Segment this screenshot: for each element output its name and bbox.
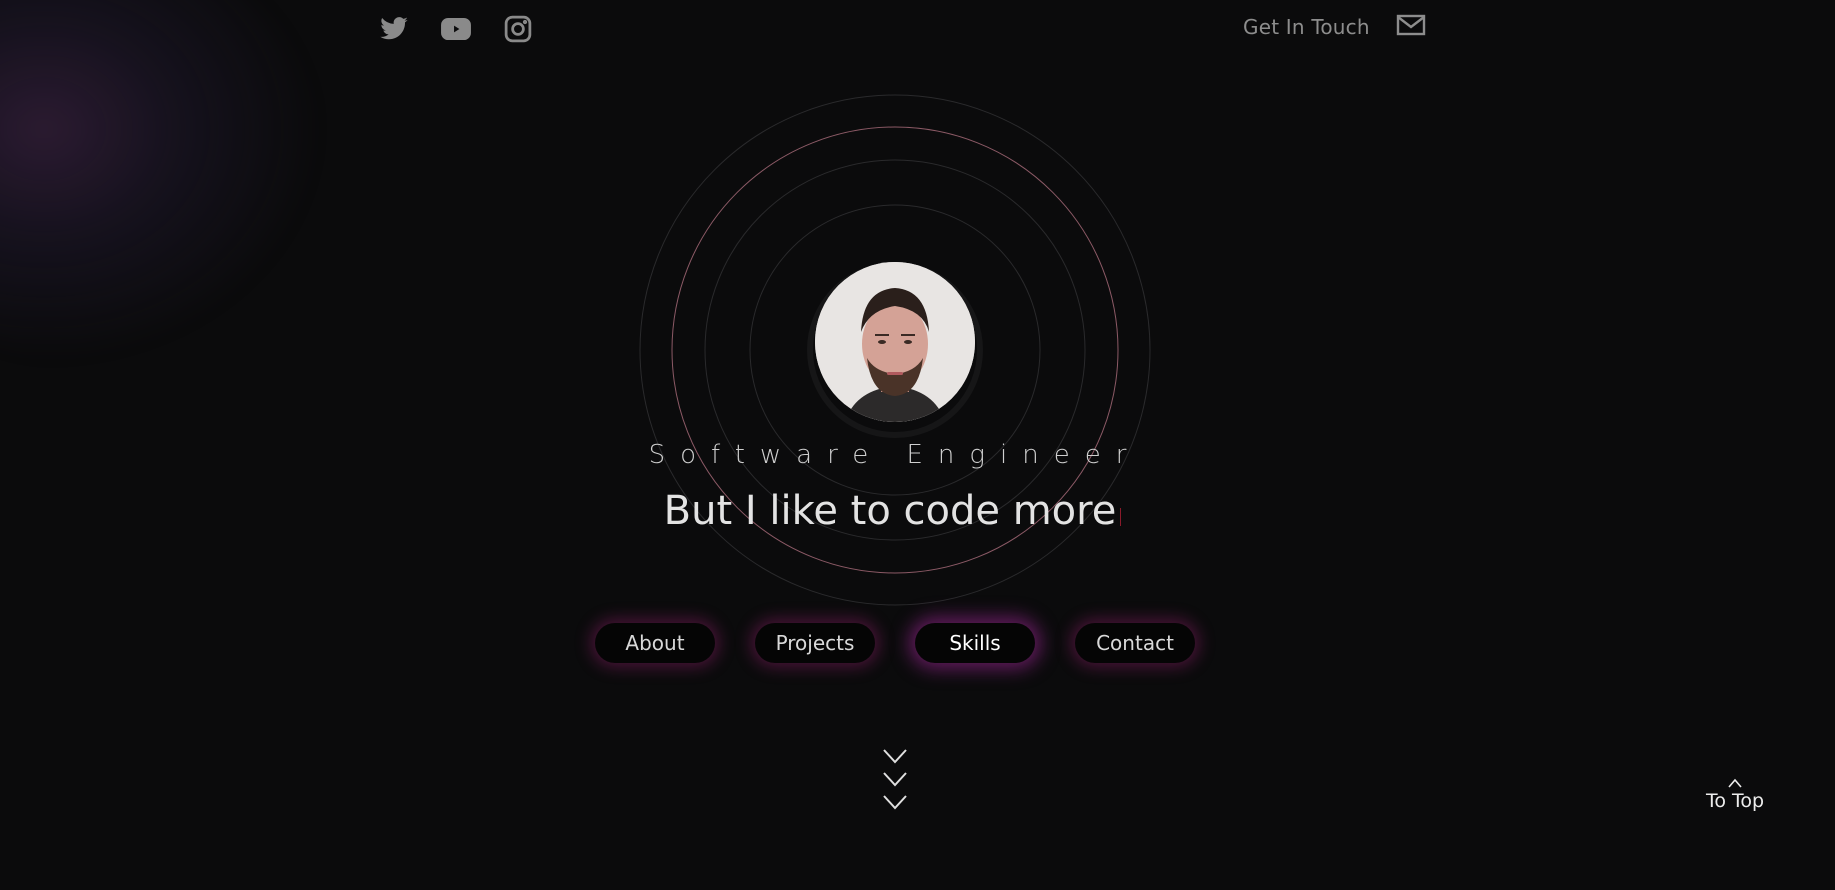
job-title: Software Engineer <box>648 440 1142 470</box>
nav-skills-button[interactable]: Skills <box>915 623 1035 663</box>
to-top-label: To Top <box>1705 790 1765 812</box>
get-in-touch-link[interactable]: Get In Touch <box>1243 14 1426 40</box>
scroll-down-button[interactable] <box>880 748 910 810</box>
get-in-touch-label: Get In Touch <box>1243 15 1370 39</box>
typing-cursor <box>1120 508 1122 526</box>
avatar <box>815 262 975 422</box>
tagline: But I like to code more <box>0 488 1785 534</box>
chevron-down-icon <box>883 772 907 787</box>
tagline-text: But I like to code more <box>663 488 1117 534</box>
chevron-down-icon <box>883 795 907 810</box>
nav-contact-button[interactable]: Contact <box>1075 623 1195 663</box>
youtube-icon[interactable] <box>437 12 475 46</box>
page: Get In Touch Software Engineer But I lik… <box>0 0 1835 890</box>
background-glow <box>0 0 320 360</box>
mail-icon <box>1396 14 1426 40</box>
twitter-icon[interactable] <box>375 12 413 46</box>
section-nav: About Projects Skills Contact <box>595 623 1195 663</box>
instagram-icon[interactable] <box>499 12 537 46</box>
social-links <box>375 12 537 46</box>
chevron-up-icon <box>1728 778 1742 788</box>
chevron-down-icon <box>883 749 907 764</box>
to-top-button[interactable]: To Top <box>1700 778 1770 812</box>
nav-about-button[interactable]: About <box>595 623 715 663</box>
nav-projects-button[interactable]: Projects <box>755 623 875 663</box>
